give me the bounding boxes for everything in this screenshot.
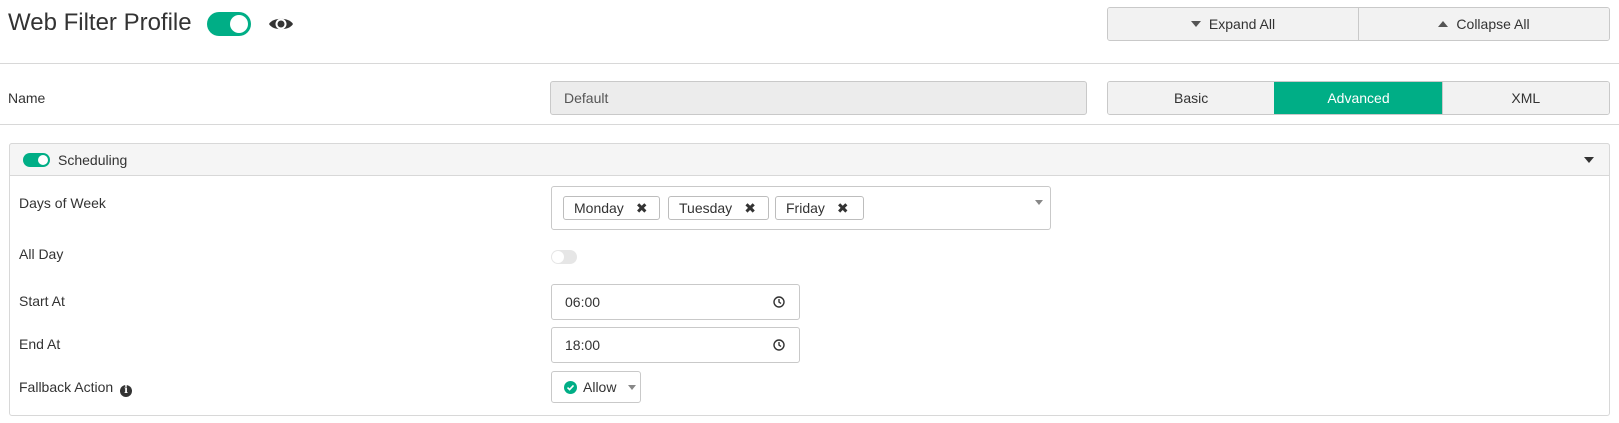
toggle-knob xyxy=(552,251,564,263)
collapse-all-label: Collapse All xyxy=(1456,16,1530,32)
end-at-label: End At xyxy=(19,336,61,352)
expand-all-button[interactable]: Expand All xyxy=(1108,8,1358,40)
eye-icon[interactable] xyxy=(268,14,294,34)
name-field[interactable]: Default xyxy=(550,81,1087,115)
tab-advanced[interactable]: Advanced xyxy=(1274,82,1442,114)
expand-all-label: Expand All xyxy=(1208,16,1276,32)
tab-basic[interactable]: Basic xyxy=(1108,82,1275,114)
chevron-down-icon[interactable] xyxy=(1584,157,1594,163)
chevron-down-icon xyxy=(628,384,637,390)
remove-icon[interactable]: ✖ xyxy=(744,201,756,215)
day-tag: Tuesday ✖ xyxy=(668,196,769,220)
fallback-action-select[interactable]: Allow xyxy=(551,371,641,403)
divider xyxy=(0,124,1619,125)
fallback-action-value: Allow xyxy=(583,379,617,395)
days-of-week-select[interactable]: Monday ✖ Tuesday ✖ Friday ✖ xyxy=(551,186,1051,230)
end-time-input[interactable]: 18:00 xyxy=(551,327,800,363)
expand-collapse-group: Expand All Collapse All xyxy=(1107,7,1610,41)
start-at-label: Start At xyxy=(19,293,65,309)
name-label: Name xyxy=(8,90,46,106)
days-of-week-label: Days of Week xyxy=(19,195,106,211)
chevron-down-icon xyxy=(1035,200,1043,205)
toggle-knob xyxy=(230,15,248,33)
chevron-down-icon xyxy=(1190,21,1201,27)
toggle-knob xyxy=(38,155,48,165)
scheduling-panel xyxy=(9,143,1610,416)
fallback-action-text: Fallback Action xyxy=(19,379,114,395)
day-tag: Monday ✖ xyxy=(563,196,660,220)
start-time-input[interactable]: 06:00 xyxy=(551,284,800,320)
tab-xml[interactable]: XML xyxy=(1441,82,1609,114)
remove-icon[interactable]: ✖ xyxy=(837,201,849,215)
all-day-label: All Day xyxy=(19,246,64,262)
info-icon[interactable]: i xyxy=(120,385,133,397)
fallback-action-label: Fallback Action i xyxy=(19,377,133,397)
day-tag-label: Monday xyxy=(574,200,624,216)
clock-icon[interactable] xyxy=(773,296,785,308)
clock-icon[interactable] xyxy=(773,339,785,351)
page-title: Web Filter Profile xyxy=(8,9,192,36)
remove-icon[interactable]: ✖ xyxy=(636,201,648,215)
start-time-value: 06:00 xyxy=(565,294,601,310)
profile-enabled-toggle[interactable] xyxy=(207,12,251,36)
collapse-all-button[interactable]: Collapse All xyxy=(1358,8,1609,40)
scheduling-toggle[interactable] xyxy=(23,153,50,167)
end-time-value: 18:00 xyxy=(565,337,601,353)
day-tag-label: Friday xyxy=(786,200,825,216)
day-tag-label: Tuesday xyxy=(679,200,733,216)
all-day-toggle[interactable] xyxy=(551,250,577,264)
scheduling-panel-header[interactable] xyxy=(9,143,1610,176)
chevron-up-icon xyxy=(1438,21,1449,27)
check-circle-icon xyxy=(564,380,577,394)
divider xyxy=(0,63,1619,64)
day-tag: Friday ✖ xyxy=(775,196,864,220)
scheduling-title: Scheduling xyxy=(58,152,128,168)
view-mode-group: Basic Advanced XML xyxy=(1107,81,1610,115)
